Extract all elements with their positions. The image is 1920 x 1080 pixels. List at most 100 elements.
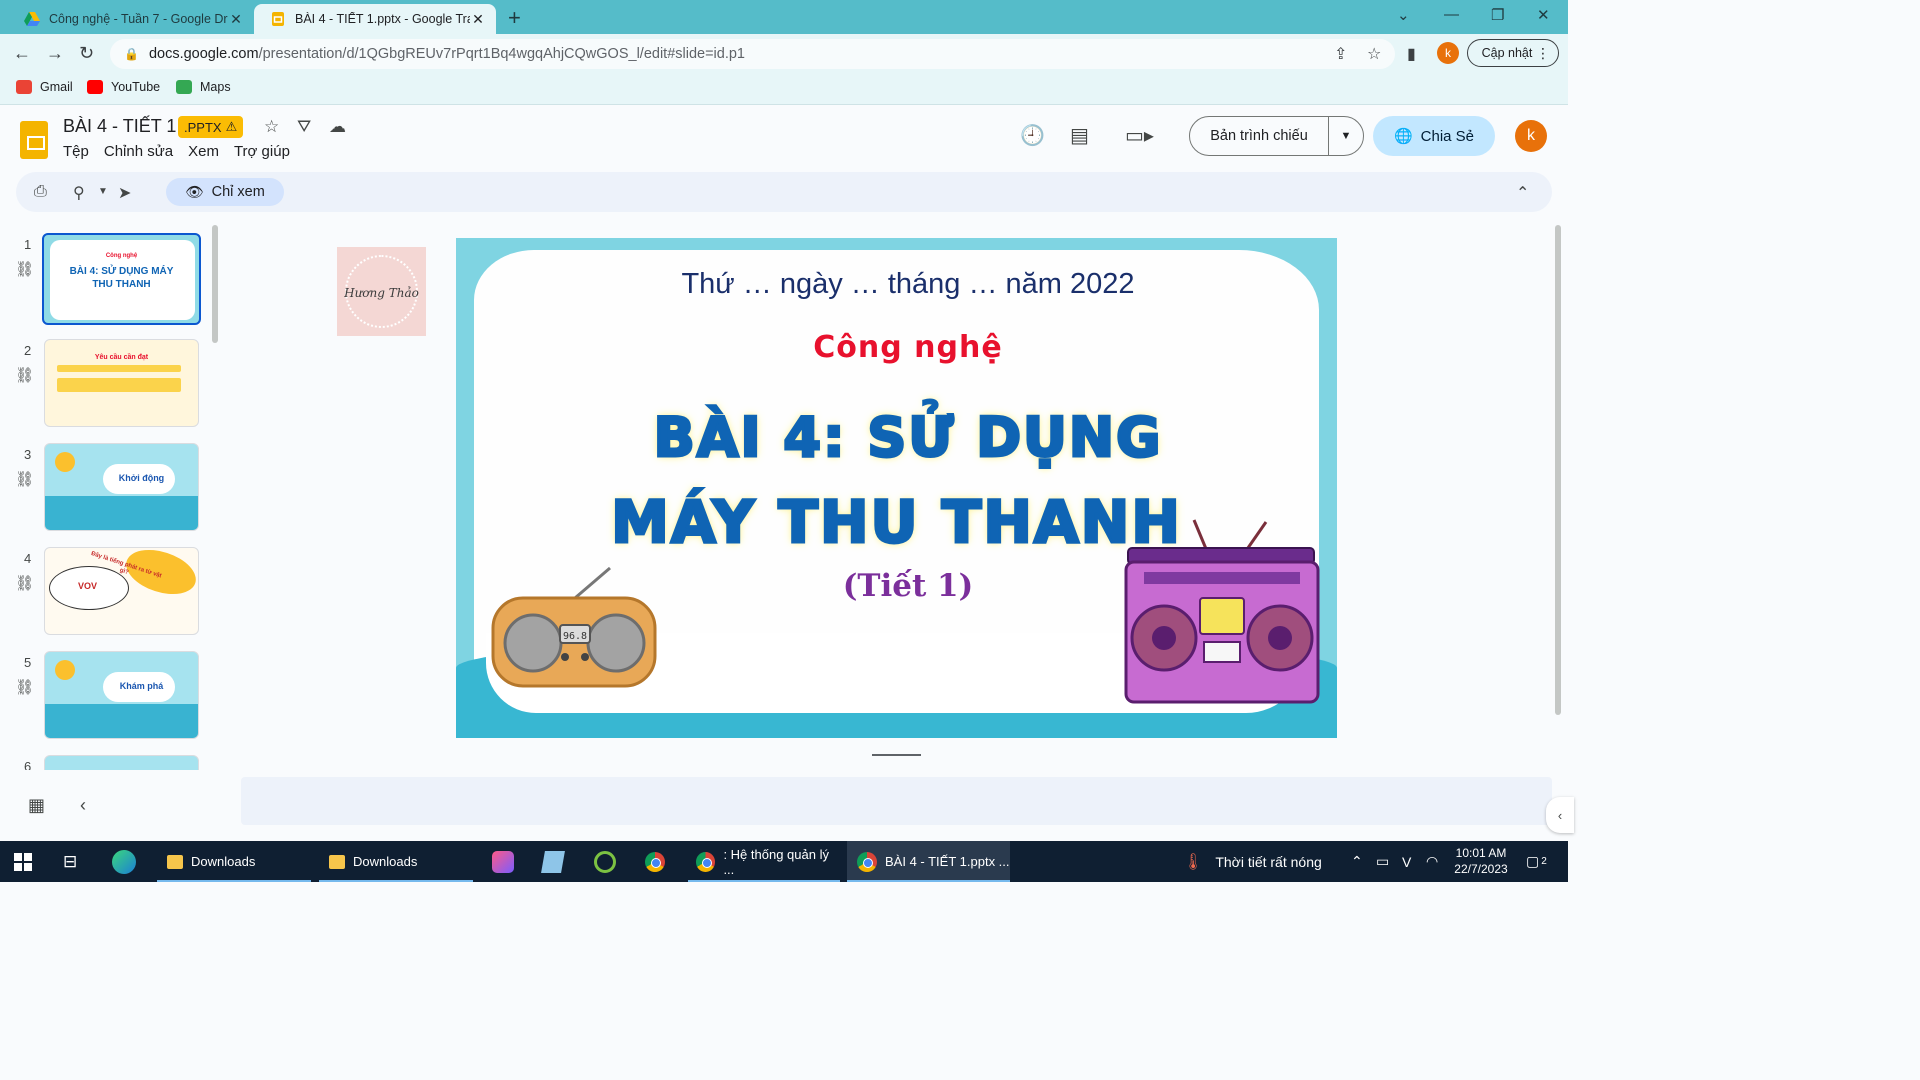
view-only-chip[interactable]: 👁 Chỉ xem xyxy=(166,178,284,206)
slide-thumbnail-2[interactable]: Yêu cầu cần đạt xyxy=(44,339,199,427)
taskbar-label: Downloads xyxy=(353,854,418,869)
warning-icon: ⚠ xyxy=(225,119,238,134)
bookmark-label: Maps xyxy=(200,80,231,94)
thermometer-icon: 🌡 xyxy=(1183,853,1204,871)
notification-count: 2 xyxy=(1541,856,1547,867)
main-slide[interactable]: Thứ … ngày … tháng … năm 2022 Công nghệ … xyxy=(456,238,1337,738)
clock-date: 22/7/2023 xyxy=(1454,862,1508,876)
menu-file[interactable]: Tệp xyxy=(63,143,89,160)
bookmark-youtube[interactable]: YouTube xyxy=(87,80,160,94)
reload-icon[interactable]: ↻ xyxy=(79,43,94,64)
slide-thumbnail-1[interactable]: Công nghệ BÀI 4: SỬ DỤNG MÁY THU THANH xyxy=(42,233,201,325)
tab-search-icon[interactable]: ⌄ xyxy=(1397,6,1410,24)
slideshow-button[interactable]: Bản trình chiếu ▼ xyxy=(1189,116,1364,156)
print-icon[interactable]: ⎙ xyxy=(34,183,47,201)
forward-icon[interactable]: → xyxy=(46,43,64,64)
slide-date-line: Thứ … ngày … tháng … năm 2022 xyxy=(681,268,1135,300)
back-icon[interactable]: ← xyxy=(13,43,31,64)
menu-view[interactable]: Xem xyxy=(188,143,219,160)
slides-logo-icon[interactable] xyxy=(20,121,48,159)
edge-icon[interactable] xyxy=(112,841,136,882)
url-path: /presentation/d/1QGbgREUv7rPqrt1Bq4wgqAh… xyxy=(258,46,745,62)
taskbar-downloads-2[interactable]: Downloads xyxy=(319,841,473,882)
watermark-name: Hương Thảo xyxy=(344,286,419,300)
close-tab-icon[interactable]: ✕ xyxy=(228,11,244,28)
version-history-icon[interactable]: 🕘 xyxy=(1020,123,1045,148)
share-button[interactable]: 🌐 Chia Sẻ xyxy=(1373,116,1495,156)
filmstrip-scrollbar[interactable] xyxy=(212,225,218,343)
start-button[interactable] xyxy=(14,841,32,882)
taskbar-chrome-window-2[interactable]: BÀI 4 - TIẾT 1.pptx ... xyxy=(847,841,1010,882)
zoom-icon[interactable]: ⚲ xyxy=(73,183,85,203)
taskbar-chrome-window-1[interactable]: : Hệ thống quản lý ... xyxy=(688,841,840,882)
minimize-icon[interactable]: — xyxy=(1444,6,1459,23)
google-drive-icon xyxy=(24,12,40,26)
restore-icon[interactable]: ❐ xyxy=(1491,6,1504,24)
wifi-icon[interactable]: ◠ xyxy=(1426,841,1438,882)
update-button[interactable]: Cập nhật ⋮ xyxy=(1467,39,1559,67)
notifications-button[interactable]: ▢ 2 xyxy=(1526,841,1547,882)
chevron-down-icon[interactable]: ▼ xyxy=(1329,130,1363,142)
slide-number: 4 xyxy=(24,551,32,566)
thumb-title: Khám phá xyxy=(119,681,164,691)
view-only-label: Chỉ xem xyxy=(211,184,265,200)
url-host: docs.google.com xyxy=(148,46,259,62)
bookmark-maps[interactable]: Maps xyxy=(176,80,231,94)
show-hidden-icons[interactable]: ⌃ xyxy=(1351,841,1363,882)
notes-resize-handle[interactable] xyxy=(872,754,921,756)
profile-avatar[interactable]: k xyxy=(1437,42,1459,64)
account-avatar[interactable]: k xyxy=(1515,120,1547,152)
side-panel-toggle-icon[interactable]: ‹ xyxy=(1546,797,1574,833)
move-to-drive-icon[interactable]: ⛛ xyxy=(297,117,311,137)
system-clock[interactable]: 10:01 AM 22/7/2023 xyxy=(1445,845,1517,877)
document-title[interactable]: BÀI 4 - TIẾT 1 xyxy=(63,116,176,137)
tab-bar: Công nghệ - Tuần 7 - Google Drive ✕ BÀI … xyxy=(0,0,1568,34)
slide-thumbnail-4[interactable]: VOV Đây là tiếng phát ra từ vật gì? xyxy=(44,547,199,635)
weather-text: Thời tiết rất nóng xyxy=(1215,853,1322,870)
address-bar[interactable]: 🔒 docs.google.com /presentation/d/1QGbgR… xyxy=(110,39,1395,69)
comments-icon[interactable]: ▤ xyxy=(1070,123,1089,148)
menu-help[interactable]: Trợ giúp xyxy=(234,143,290,160)
slide-subject: Công nghệ xyxy=(813,330,1003,365)
slide-thumbnail-6[interactable] xyxy=(44,755,199,770)
task-view-icon[interactable]: ⊟ xyxy=(63,841,77,882)
side-panel-icon[interactable]: ▮ xyxy=(1407,44,1416,64)
green-app-icon[interactable] xyxy=(594,841,616,882)
collapse-filmstrip-icon[interactable]: ‹ xyxy=(80,795,86,816)
chrome-taskbar-icon[interactable] xyxy=(645,841,665,882)
speaker-notes[interactable] xyxy=(241,777,1552,825)
chevron-down-icon[interactable]: ▼ xyxy=(98,186,108,197)
notes-app-icon[interactable] xyxy=(541,841,565,882)
bookmarks-bar: Gmail YouTube Maps xyxy=(0,74,1568,105)
taskbar-downloads-1[interactable]: Downloads xyxy=(157,841,311,882)
bookmark-gmail[interactable]: Gmail xyxy=(16,80,73,94)
bookmark-star-icon[interactable]: ☆ xyxy=(1367,44,1381,64)
taskbar-label: : Hệ thống quản lý ... xyxy=(723,846,829,877)
cloud-status-icon[interactable]: ☁ xyxy=(329,117,346,137)
pen-icon[interactable]: V xyxy=(1402,841,1411,882)
close-tab-icon[interactable]: ✕ xyxy=(470,11,486,28)
close-window-icon[interactable]: ✕ xyxy=(1537,6,1550,24)
photos-app-icon[interactable] xyxy=(492,841,514,882)
battery-icon[interactable]: ▭ xyxy=(1376,841,1389,882)
weather-widget[interactable]: 🌡 Thời tiết rất nóng xyxy=(1183,841,1322,882)
slide-thumbnail-5[interactable]: Khám phá xyxy=(44,651,199,739)
meet-camera-icon[interactable]: ▭▸ xyxy=(1125,123,1154,148)
new-tab-icon[interactable]: + xyxy=(508,5,521,31)
share-page-icon[interactable]: ⇪ xyxy=(1334,44,1347,64)
tab-drive[interactable]: Công nghệ - Tuần 7 - Google Drive ✕ xyxy=(8,4,254,34)
select-cursor-icon[interactable]: ➤ xyxy=(118,183,131,203)
eye-icon: 👁 xyxy=(185,184,204,201)
collapse-toolbar-icon[interactable]: ⌃ xyxy=(1516,183,1529,203)
taskbar-label: Downloads xyxy=(191,854,256,869)
slide-number: 6 xyxy=(24,759,32,770)
menu-edit[interactable]: Chỉnh sửa xyxy=(104,143,173,160)
canvas-scrollbar[interactable] xyxy=(1555,225,1561,715)
format-badge[interactable]: .PPTX ⚠ xyxy=(178,116,244,138)
grid-view-icon[interactable]: ▦ xyxy=(28,795,45,816)
slide-thumbnail-3[interactable]: Khởi động xyxy=(44,443,199,531)
star-icon[interactable]: ☆ xyxy=(264,117,279,137)
link-icon: ⛓ xyxy=(15,261,35,278)
tab-slides[interactable]: BÀI 4 - TIẾT 1.pptx - Google Trang tính … xyxy=(254,4,496,34)
chrome-icon xyxy=(696,851,716,872)
